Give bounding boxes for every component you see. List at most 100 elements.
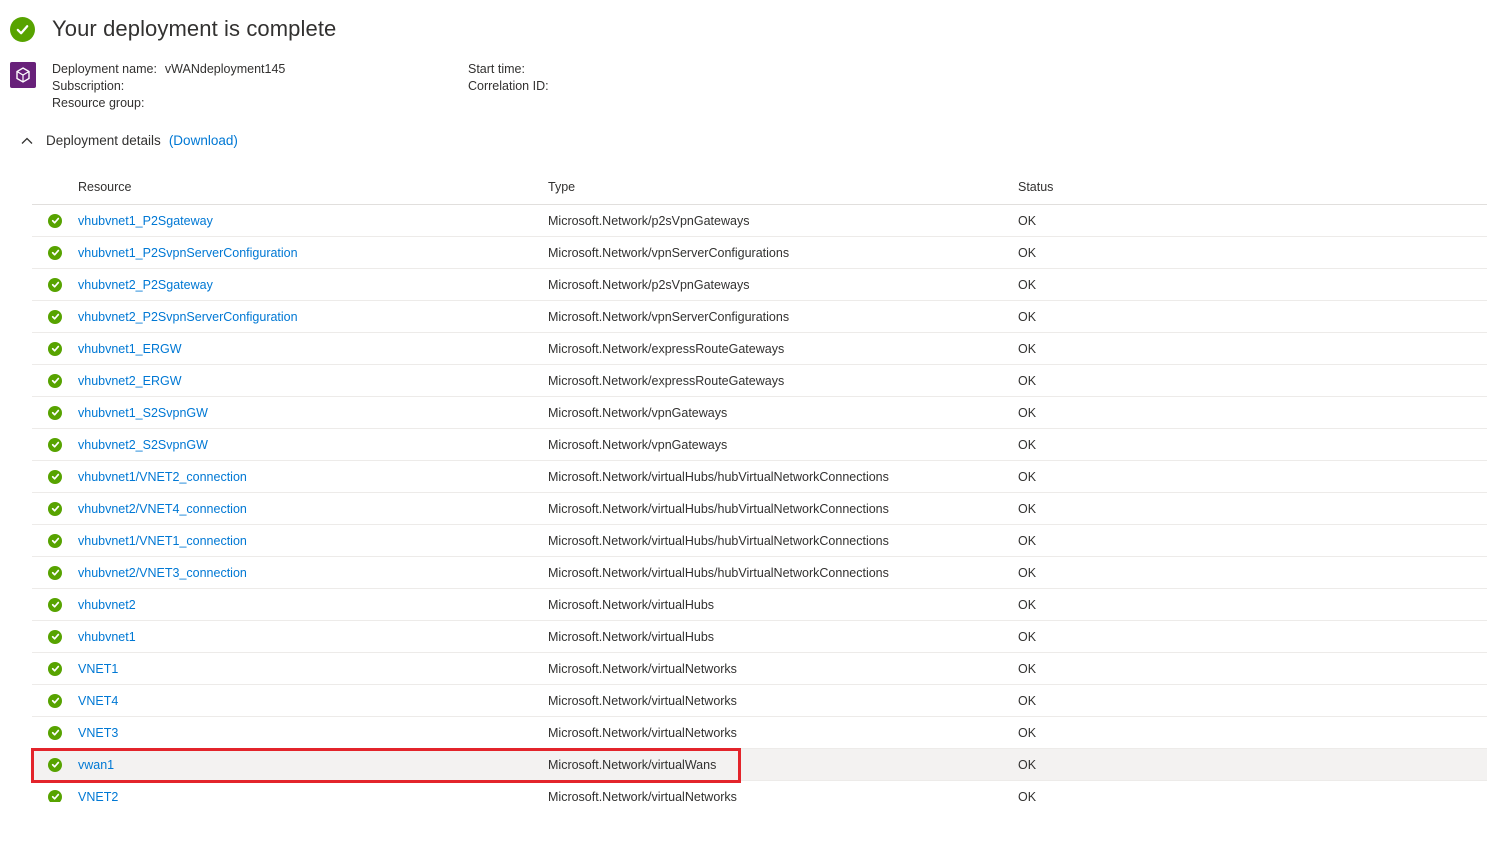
resource-type: Microsoft.Network/vpnServerConfiguration… [548,309,790,324]
subscription-label: Subscription: [52,79,125,93]
page-header: Your deployment is complete [10,16,336,42]
table-row[interactable]: vhubvnet2_P2SvpnServerConfiguration Micro… [32,301,1487,333]
table-row[interactable]: vhubvnet1_P2Sgateway Microsoft.Network/p2… [32,205,1487,237]
resource-status: OK [1018,501,1037,516]
resource-status: OK [1018,341,1037,356]
table-row[interactable]: vhubvnet2_ERGW Microsoft.Network/expressR… [32,365,1487,397]
page-title: Your deployment is complete [52,16,337,41]
table-row[interactable]: vhubvnet2_P2Sgateway Microsoft.Network/p2… [32,269,1487,301]
success-check-icon [48,565,62,580]
deployment-name-value: vWANdeployment145 [164,62,286,76]
deployment-cube-icon [10,62,36,88]
column-header-type[interactable]: Type [548,180,1018,194]
resource-type: Microsoft.Network/p2sVpnGateways [548,277,750,292]
resource-link[interactable]: vhubvnet2/VNET3_connection [78,566,247,580]
resource-link[interactable]: VNET1 [78,662,118,676]
table-row[interactable]: vhubvnet2 Microsoft.Network/virtualHubs OK [32,589,1487,621]
correlation-id-row: Correlation ID: [468,78,549,95]
resource-type: Microsoft.Network/expressRouteGateways [548,373,785,388]
resource-link[interactable]: vhubvnet1 [78,630,136,644]
resource-status: OK [1018,725,1037,740]
resource-link[interactable]: vhubvnet2_P2Sgateway [78,278,213,292]
column-header-status[interactable]: Status [1018,180,1487,194]
table-row[interactable]: vhubvnet2/VNET4_connection Microsoft.Netw… [32,493,1487,525]
resource-type: Microsoft.Network/virtualHubs/hubVirtual… [548,533,889,548]
table-row[interactable]: vhubvnet1_P2SvpnServerConfiguration Micro… [32,237,1487,269]
table-row[interactable]: VNET3 Microsoft.Network/virtualNetworks OK [32,717,1487,749]
resource-link[interactable]: vhubvnet2/VNET4_connection [78,502,247,516]
resource-link[interactable]: vhubvnet1_P2SvpnServerConfiguration [78,246,298,260]
resource-type: Microsoft.Network/virtualHubs/hubVirtual… [548,565,889,580]
table-row[interactable]: VNET1 Microsoft.Network/virtualNetworks OK [32,653,1487,685]
resource-status: OK [1018,437,1037,452]
chevron-up-icon[interactable] [20,134,34,148]
column-header-resource[interactable]: Resource [78,180,548,194]
table-row[interactable]: vwan1 Microsoft.Network/virtualWans OK [32,749,1487,781]
resource-link[interactable]: vhubvnet1/VNET1_connection [78,534,247,548]
resource-status: OK [1018,629,1037,644]
deployment-details-table: Resource Type Status vhubvnet1_P2Sgatewa… [32,170,1487,802]
resource-link[interactable]: VNET2 [78,790,118,803]
success-check-icon [48,661,62,676]
resource-status: OK [1018,597,1037,612]
deployment-details-title: Deployment details [46,133,161,148]
success-check-icon [48,789,62,802]
resource-type: Microsoft.Network/virtualHubs [548,597,715,612]
success-check-icon [48,725,62,740]
resource-link[interactable]: vhubvnet2_S2SvpnGW [78,438,208,452]
resource-link[interactable]: vhubvnet1_P2Sgateway [78,214,213,228]
success-check-icon [48,693,62,708]
table-row[interactable]: vhubvnet1_ERGW Microsoft.Network/expressR… [32,333,1487,365]
resource-type: Microsoft.Network/vpnGateways [548,405,728,420]
subscription-row: Subscription: [52,78,285,95]
start-time-row: Start time: [468,61,549,78]
resource-type: Microsoft.Network/virtualNetworks [548,693,737,708]
success-check-icon [48,469,62,484]
resource-link[interactable]: vhubvnet2_P2SvpnServerConfiguration [78,310,298,324]
success-check-icon [48,757,62,772]
resource-link[interactable]: VNET3 [78,726,118,740]
resource-link[interactable]: vhubvnet2 [78,598,136,612]
resource-status: OK [1018,661,1037,676]
table-row[interactable]: VNET2 Microsoft.Network/virtualNetworks OK [32,781,1487,802]
table-row[interactable]: vhubvnet1/VNET2_connection Microsoft.Netw… [32,461,1487,493]
resource-type: Microsoft.Network/expressRouteGateways [548,341,785,356]
resource-status: OK [1018,405,1037,420]
success-check-icon [48,277,62,292]
success-check-icon [48,405,62,420]
resource-link[interactable]: VNET4 [78,694,118,708]
resource-status: OK [1018,373,1037,388]
deployment-overview-page: Your deployment is complete Deployment n… [0,0,1487,844]
table-header: Resource Type Status [32,170,1487,205]
resource-link[interactable]: vhubvnet1_ERGW [78,342,182,356]
resource-status: OK [1018,309,1037,324]
deployment-meta-left: Deployment name: vWANdeployment145 Subscr… [52,61,285,112]
resource-link[interactable]: vhubvnet2_ERGW [78,374,182,388]
success-check-icon [48,309,62,324]
table-row[interactable]: VNET4 Microsoft.Network/virtualNetworks OK [32,685,1487,717]
table-row[interactable]: vhubvnet1_S2SvpnGW Microsoft.Network/vpnG… [32,397,1487,429]
success-check-icon [48,341,62,356]
resource-type: Microsoft.Network/virtualWans [548,757,717,772]
resource-link[interactable]: vwan1 [78,758,114,772]
resource-status: OK [1018,213,1037,228]
resource-type: Microsoft.Network/vpnGateways [548,437,728,452]
success-check-icon [48,437,62,452]
resource-type: Microsoft.Network/virtualNetworks [548,789,737,803]
resource-status: OK [1018,277,1037,292]
table-row[interactable]: vhubvnet1 Microsoft.Network/virtualHubs OK [32,621,1487,653]
table-row[interactable]: vhubvnet2/VNET3_connection Microsoft.Netw… [32,557,1487,589]
table-row[interactable]: vhubvnet1/VNET1_connection Microsoft.Netw… [32,525,1487,557]
resource-status: OK [1018,565,1037,580]
resource-status: OK [1018,757,1037,772]
table-row[interactable]: vhubvnet2_S2SvpnGW Microsoft.Network/vpnG… [32,429,1487,461]
resource-status: OK [1018,469,1037,484]
correlation-id-label: Correlation ID: [468,79,549,93]
resource-type: Microsoft.Network/virtualNetworks [548,661,737,676]
start-time-label: Start time: [468,62,525,76]
resource-link[interactable]: vhubvnet1/VNET2_connection [78,470,247,484]
deployment-details-toggle[interactable]: Deployment details (Download) [20,133,238,148]
resource-status: OK [1018,693,1037,708]
resource-link[interactable]: vhubvnet1_S2SvpnGW [78,406,208,420]
download-link[interactable]: (Download) [169,133,238,148]
